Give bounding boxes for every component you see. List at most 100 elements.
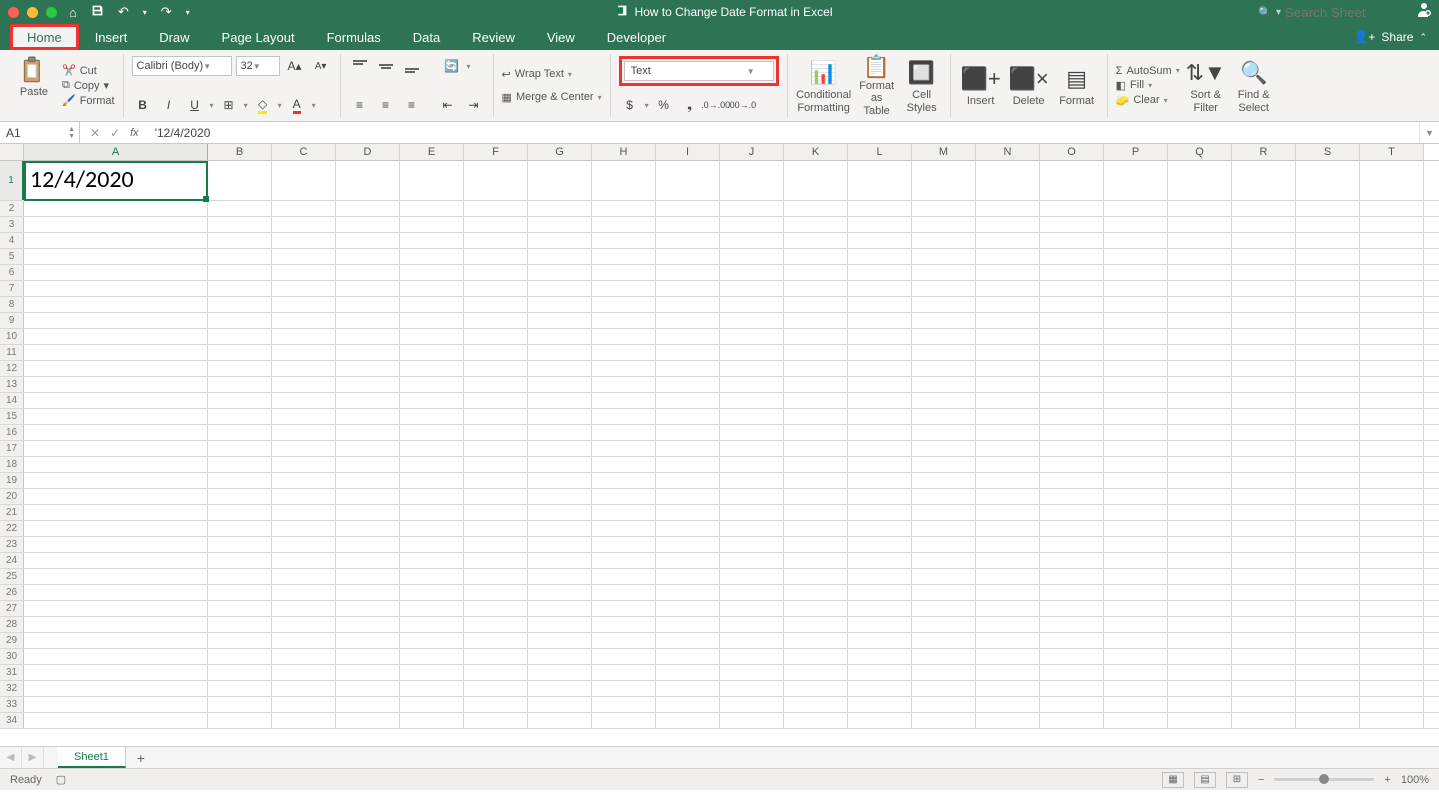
cell-T30[interactable] [1360,649,1424,664]
cell-T11[interactable] [1360,345,1424,360]
cell-T4[interactable] [1360,233,1424,248]
cell-J34[interactable] [720,713,784,728]
row-header-10[interactable]: 10 [0,329,24,344]
cell-N21[interactable] [976,505,1040,520]
cell-L16[interactable] [848,425,912,440]
cell-P23[interactable] [1104,537,1168,552]
cell-R5[interactable] [1232,249,1296,264]
tab-home[interactable]: Home [10,24,79,50]
cell-L5[interactable] [848,249,912,264]
cell-T31[interactable] [1360,665,1424,680]
zoom-level[interactable]: 100% [1401,774,1429,786]
paste-button[interactable]: Paste [12,56,56,115]
cell-O27[interactable] [1040,601,1104,616]
cell-N27[interactable] [976,601,1040,616]
cell-F13[interactable] [464,377,528,392]
cell-M10[interactable] [912,329,976,344]
cell-K24[interactable] [784,553,848,568]
cell-C25[interactable] [272,569,336,584]
cell-O24[interactable] [1040,553,1104,568]
cell-S18[interactable] [1296,457,1360,472]
cell-F4[interactable] [464,233,528,248]
number-format-selector[interactable]: Text ▼ [624,61,774,81]
cell-D24[interactable] [336,553,400,568]
cell-F9[interactable] [464,313,528,328]
cell-M33[interactable] [912,697,976,712]
cell-A13[interactable] [24,377,208,392]
redo-icon[interactable]: ↷ [161,4,172,20]
cell-L8[interactable] [848,297,912,312]
undo-icon[interactable]: ↶ [118,4,129,20]
align-center-icon[interactable]: ≡ [375,95,397,115]
column-header-B[interactable]: B [208,144,272,160]
tab-page-layout[interactable]: Page Layout [206,24,311,50]
cell-H15[interactable] [592,409,656,424]
cell-K28[interactable] [784,617,848,632]
cell-K21[interactable] [784,505,848,520]
row-header-17[interactable]: 17 [0,441,24,456]
cell-O10[interactable] [1040,329,1104,344]
cell-D30[interactable] [336,649,400,664]
cell-H1[interactable] [592,161,656,200]
cell-H10[interactable] [592,329,656,344]
cell-I5[interactable] [656,249,720,264]
format-cells-button[interactable]: ▤Format [1055,56,1099,115]
expand-formula-bar-icon[interactable]: ▼ [1419,122,1439,143]
decrease-decimal-icon[interactable]: .00→.0 [731,95,753,115]
cell-J14[interactable] [720,393,784,408]
cell-B31[interactable] [208,665,272,680]
cell-J23[interactable] [720,537,784,552]
cell-T16[interactable] [1360,425,1424,440]
align-top-icon[interactable] [349,56,371,76]
cell-K30[interactable] [784,649,848,664]
cell-F32[interactable] [464,681,528,696]
cell-G25[interactable] [528,569,592,584]
cell-R27[interactable] [1232,601,1296,616]
cell-J32[interactable] [720,681,784,696]
cell-A8[interactable] [24,297,208,312]
cell-F34[interactable] [464,713,528,728]
cell-G29[interactable] [528,633,592,648]
cell-B2[interactable] [208,201,272,216]
cell-B26[interactable] [208,585,272,600]
column-header-E[interactable]: E [400,144,464,160]
cell-O22[interactable] [1040,521,1104,536]
cell-M15[interactable] [912,409,976,424]
cell-N17[interactable] [976,441,1040,456]
cell-L14[interactable] [848,393,912,408]
cell-L28[interactable] [848,617,912,632]
cell-C9[interactable] [272,313,336,328]
cell-I30[interactable] [656,649,720,664]
cell-K34[interactable] [784,713,848,728]
cell-R20[interactable] [1232,489,1296,504]
cell-G15[interactable] [528,409,592,424]
cell-M13[interactable] [912,377,976,392]
cell-I17[interactable] [656,441,720,456]
cell-O23[interactable] [1040,537,1104,552]
cell-D32[interactable] [336,681,400,696]
cell-M16[interactable] [912,425,976,440]
minimize-window-button[interactable] [27,7,38,18]
cell-Q32[interactable] [1168,681,1232,696]
cell-D21[interactable] [336,505,400,520]
cell-B9[interactable] [208,313,272,328]
row-header-19[interactable]: 19 [0,473,24,488]
sheet-tab-sheet1[interactable]: Sheet1 [58,747,126,768]
cell-R2[interactable] [1232,201,1296,216]
cell-G8[interactable] [528,297,592,312]
cell-D12[interactable] [336,361,400,376]
cell-T17[interactable] [1360,441,1424,456]
cell-M34[interactable] [912,713,976,728]
row-header-16[interactable]: 16 [0,425,24,440]
cell-H7[interactable] [592,281,656,296]
cell-I16[interactable] [656,425,720,440]
cell-H9[interactable] [592,313,656,328]
cell-I18[interactable] [656,457,720,472]
cell-Q27[interactable] [1168,601,1232,616]
cell-S20[interactable] [1296,489,1360,504]
cell-D26[interactable] [336,585,400,600]
cell-H18[interactable] [592,457,656,472]
cell-A15[interactable] [24,409,208,424]
cell-L31[interactable] [848,665,912,680]
cell-R9[interactable] [1232,313,1296,328]
